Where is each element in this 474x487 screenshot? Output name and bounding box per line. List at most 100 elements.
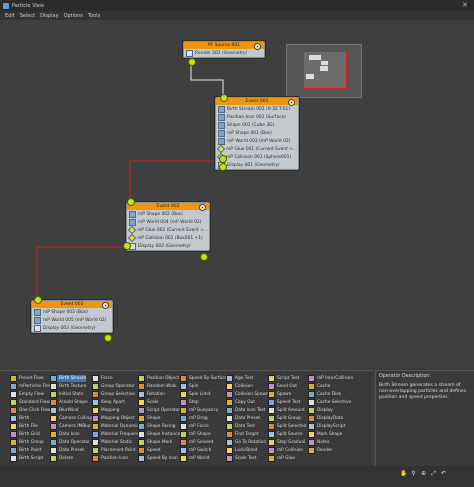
depot-item[interactable]: Render xyxy=(308,447,332,454)
node-row[interactable]: mP Collision 002 (Box001 +1) xyxy=(127,234,209,242)
menu-edit[interactable]: Edit xyxy=(5,13,15,19)
depot-item[interactable]: Data Icon xyxy=(50,431,80,438)
node-row[interactable]: mP World 005 (mP World 02) xyxy=(32,316,112,324)
node-row[interactable]: mP World 003 (mP World 02) xyxy=(216,137,298,145)
sun-icon[interactable]: ☀ xyxy=(288,99,295,106)
depot-item[interactable]: Empty Flow xyxy=(10,391,44,398)
depot-item[interactable]: Keep Apart xyxy=(92,399,125,406)
input-socket[interactable] xyxy=(34,296,42,304)
depot-item[interactable]: mP World xyxy=(180,455,209,462)
node-header[interactable]: PF Source 001 ☀ xyxy=(184,42,264,50)
depot-item[interactable]: Birth Group xyxy=(10,439,44,446)
node-row[interactable]: mP Shape 002 (Box) xyxy=(127,210,209,218)
depot-item[interactable]: Shape Facing xyxy=(138,423,176,430)
depot-item[interactable]: Cache Selective xyxy=(308,399,351,406)
depot-item[interactable]: mP Collision xyxy=(268,447,303,454)
depot-item[interactable]: Cache Disk xyxy=(308,391,341,398)
depot-item[interactable]: Mapping xyxy=(92,407,119,414)
node-row[interactable]: mP Shape 003 (Box) xyxy=(32,308,112,316)
depot-item[interactable]: Find Target xyxy=(226,431,258,438)
node-row[interactable]: mP Collision 001 (Sphere001) xyxy=(216,153,298,161)
output-socket[interactable] xyxy=(219,155,227,163)
depot-item[interactable]: BlurWind xyxy=(50,407,78,414)
node-row[interactable]: Shape 001 (Cube 3D) xyxy=(216,121,298,129)
undo-zoom-icon[interactable]: ↶ xyxy=(440,470,447,477)
depot-item[interactable]: Rotation xyxy=(138,391,165,398)
depot-item[interactable]: Camera Culling xyxy=(50,415,92,422)
depot-item[interactable]: Mapping Object xyxy=(92,415,135,422)
depot-item[interactable]: Delete xyxy=(50,455,73,462)
depot-item[interactable]: Data Preset xyxy=(226,415,260,422)
node-event-003[interactable]: Event 003 ☀ mP Shape 003 (Box) mP World 0… xyxy=(31,300,113,333)
depot-item[interactable]: Go To Rotation xyxy=(226,439,266,446)
depot-item[interactable]: Split Source xyxy=(268,431,303,438)
depot-item[interactable]: Material Frequency xyxy=(92,431,142,438)
depot-item[interactable]: Collision xyxy=(226,383,253,390)
node-event-002[interactable]: Event 002 ☀ mP Shape 002 (Box) mP World 0… xyxy=(126,202,210,251)
depot-item[interactable]: Birth Script xyxy=(10,455,43,462)
menu-select[interactable]: Select xyxy=(20,13,35,19)
close-icon[interactable]: ✕ xyxy=(462,1,468,9)
depot-item[interactable]: Birth Stream xyxy=(50,375,87,382)
hand-pan-icon[interactable]: ✋ xyxy=(400,470,407,477)
node-row[interactable]: Birth Stream 001 (0-32 T:61) xyxy=(216,105,298,113)
depot-item[interactable]: DisplayData xyxy=(308,415,343,422)
menu-tools[interactable]: Tools xyxy=(88,13,100,19)
depot-item[interactable]: Split Group xyxy=(268,415,301,422)
depot-item[interactable]: Age Test xyxy=(226,375,253,382)
depot-item[interactable]: Initial State xyxy=(50,391,84,398)
node-row[interactable]: Position Icon 001 (Surface) xyxy=(216,113,298,121)
depot-item[interactable]: Send Out xyxy=(268,383,297,390)
depot-item[interactable]: Notes xyxy=(308,439,329,446)
depot-item[interactable]: Script Test xyxy=(268,375,299,382)
depot-item[interactable]: Arnold Shape xyxy=(50,399,88,406)
depot-item[interactable]: mP Switch xyxy=(180,447,211,454)
depot-item[interactable]: Position Object xyxy=(138,375,179,382)
depot-item[interactable]: Force xyxy=(92,375,113,382)
depot-item[interactable]: DisplayScript xyxy=(308,423,345,430)
zoom-region-icon[interactable]: ⊕ xyxy=(420,470,427,477)
depot-item[interactable]: Speed By Surface xyxy=(180,375,227,382)
input-socket[interactable] xyxy=(127,198,135,206)
sun-icon[interactable]: ☀ xyxy=(254,43,261,50)
node-row[interactable]: Display 003 (Geometry) xyxy=(32,324,112,332)
depot-item[interactable]: Placement Paint xyxy=(92,447,136,454)
depot-item[interactable]: Copy Out xyxy=(226,399,255,406)
node-row[interactable]: mP Glue 001 (Current Event +... xyxy=(216,145,298,153)
depot-item[interactable]: Birth Texture xyxy=(50,383,86,390)
depot-item[interactable]: Speed By Icon xyxy=(138,455,178,462)
input-socket[interactable] xyxy=(220,94,228,102)
node-pf-source[interactable]: PF Source 001 ☀ Render 001 (Geometry) xyxy=(183,41,265,58)
depot-item[interactable]: Speed xyxy=(138,447,160,454)
depot-item[interactable]: Birth File xyxy=(10,423,38,430)
node-header[interactable]: Event 003 ☀ xyxy=(32,301,112,309)
depot-item[interactable]: Spin xyxy=(180,383,198,390)
navigator-viewport[interactable] xyxy=(303,51,347,89)
depot-item[interactable]: Speed Test xyxy=(268,399,300,406)
depot-item[interactable]: mP Shape xyxy=(180,431,211,438)
depot-item[interactable]: Spawn xyxy=(268,391,291,398)
depot-item[interactable]: Camera IMBlur xyxy=(50,423,91,430)
depot-item[interactable]: Lock/Bond xyxy=(226,447,257,454)
output-socket[interactable] xyxy=(123,242,131,250)
output-socket[interactable] xyxy=(188,58,196,66)
depot-item[interactable]: Scale Test xyxy=(226,455,256,462)
depot-item[interactable]: Scale xyxy=(138,399,159,406)
depot-item[interactable]: Group Selection xyxy=(92,391,135,398)
depot-item[interactable]: Shape Instance xyxy=(138,431,180,438)
sun-icon[interactable]: ☀ xyxy=(199,204,206,211)
depot-item[interactable]: Mark Shape xyxy=(308,431,342,438)
depot-item[interactable]: Spin Limit xyxy=(180,391,210,398)
depot-item[interactable]: Birth xyxy=(10,415,29,422)
node-row[interactable]: Display 002 (Geometry) xyxy=(127,242,209,250)
depot-item[interactable]: Birth Paint xyxy=(10,447,41,454)
node-row[interactable]: mP Shape 001 (Box) xyxy=(216,129,298,137)
depot-item[interactable]: mParticles Flow xyxy=(10,383,52,390)
depot-item[interactable]: Script Operator xyxy=(138,407,180,414)
depot-item[interactable]: Material Static xyxy=(92,439,132,446)
depot-item[interactable]: Data Operator xyxy=(50,439,90,446)
menu-display[interactable]: Display xyxy=(40,13,58,19)
depot-item[interactable]: Standard Flow xyxy=(10,399,50,406)
depot-item[interactable]: Position Icon xyxy=(92,455,128,462)
depot-item[interactable]: Data Icon Test xyxy=(226,407,265,414)
